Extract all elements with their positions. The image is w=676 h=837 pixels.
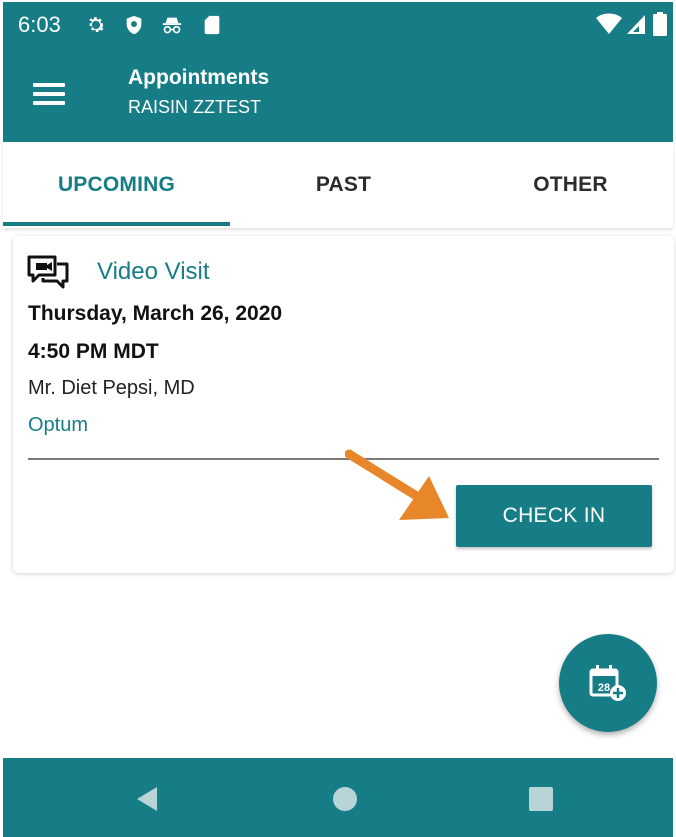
sd-card-icon <box>204 15 220 35</box>
cell-signal-icon <box>627 15 645 34</box>
wifi-icon <box>596 13 622 34</box>
tab-past[interactable]: PAST <box>230 142 457 228</box>
shield-icon <box>126 15 142 35</box>
status-time: 6:03 <box>18 12 61 37</box>
patient-name: RAISIN ZZTEST <box>128 97 262 117</box>
page-title: Appointments <box>128 66 270 89</box>
appointment-date: Thursday, March 26, 2020 <box>28 302 283 325</box>
visit-type[interactable]: Video Visit <box>97 258 210 286</box>
tab-upcoming[interactable]: UPCOMING <box>3 142 230 228</box>
battery-icon <box>653 12 667 36</box>
appointment-time: 4:50 PM MDT <box>28 340 159 363</box>
recents-icon[interactable] <box>526 784 556 814</box>
incognito-icon <box>162 17 182 34</box>
video-chat-icon <box>27 255 69 289</box>
status-bar: 6:03 <box>3 2 673 48</box>
back-icon[interactable] <box>133 784 163 814</box>
app-bar: Appointments RAISIN ZZTEST <box>3 48 673 142</box>
card-divider <box>28 458 659 460</box>
provider-name: Mr. Diet Pepsi, MD <box>28 377 195 399</box>
hamburger-menu-icon[interactable] <box>33 78 71 112</box>
appointment-card[interactable]: Video Visit Thursday, March 26, 2020 4:5… <box>13 236 674 573</box>
settings-icon <box>89 17 105 33</box>
calendar-day-number: 28 <box>598 682 610 694</box>
tab-other[interactable]: OTHER <box>457 142 676 228</box>
organization-link[interactable]: Optum <box>28 414 88 437</box>
arrow-pointer-icon <box>345 449 449 520</box>
home-icon[interactable] <box>330 784 360 814</box>
calendar-add-icon: 28 <box>589 665 626 701</box>
system-nav-bar <box>3 758 673 837</box>
add-appointment-button[interactable]: 28 <box>559 634 657 732</box>
check-in-button[interactable]: CHECK IN <box>456 485 652 547</box>
active-tab-indicator <box>3 222 230 226</box>
tab-bar: UPCOMING PAST OTHER <box>3 142 673 228</box>
